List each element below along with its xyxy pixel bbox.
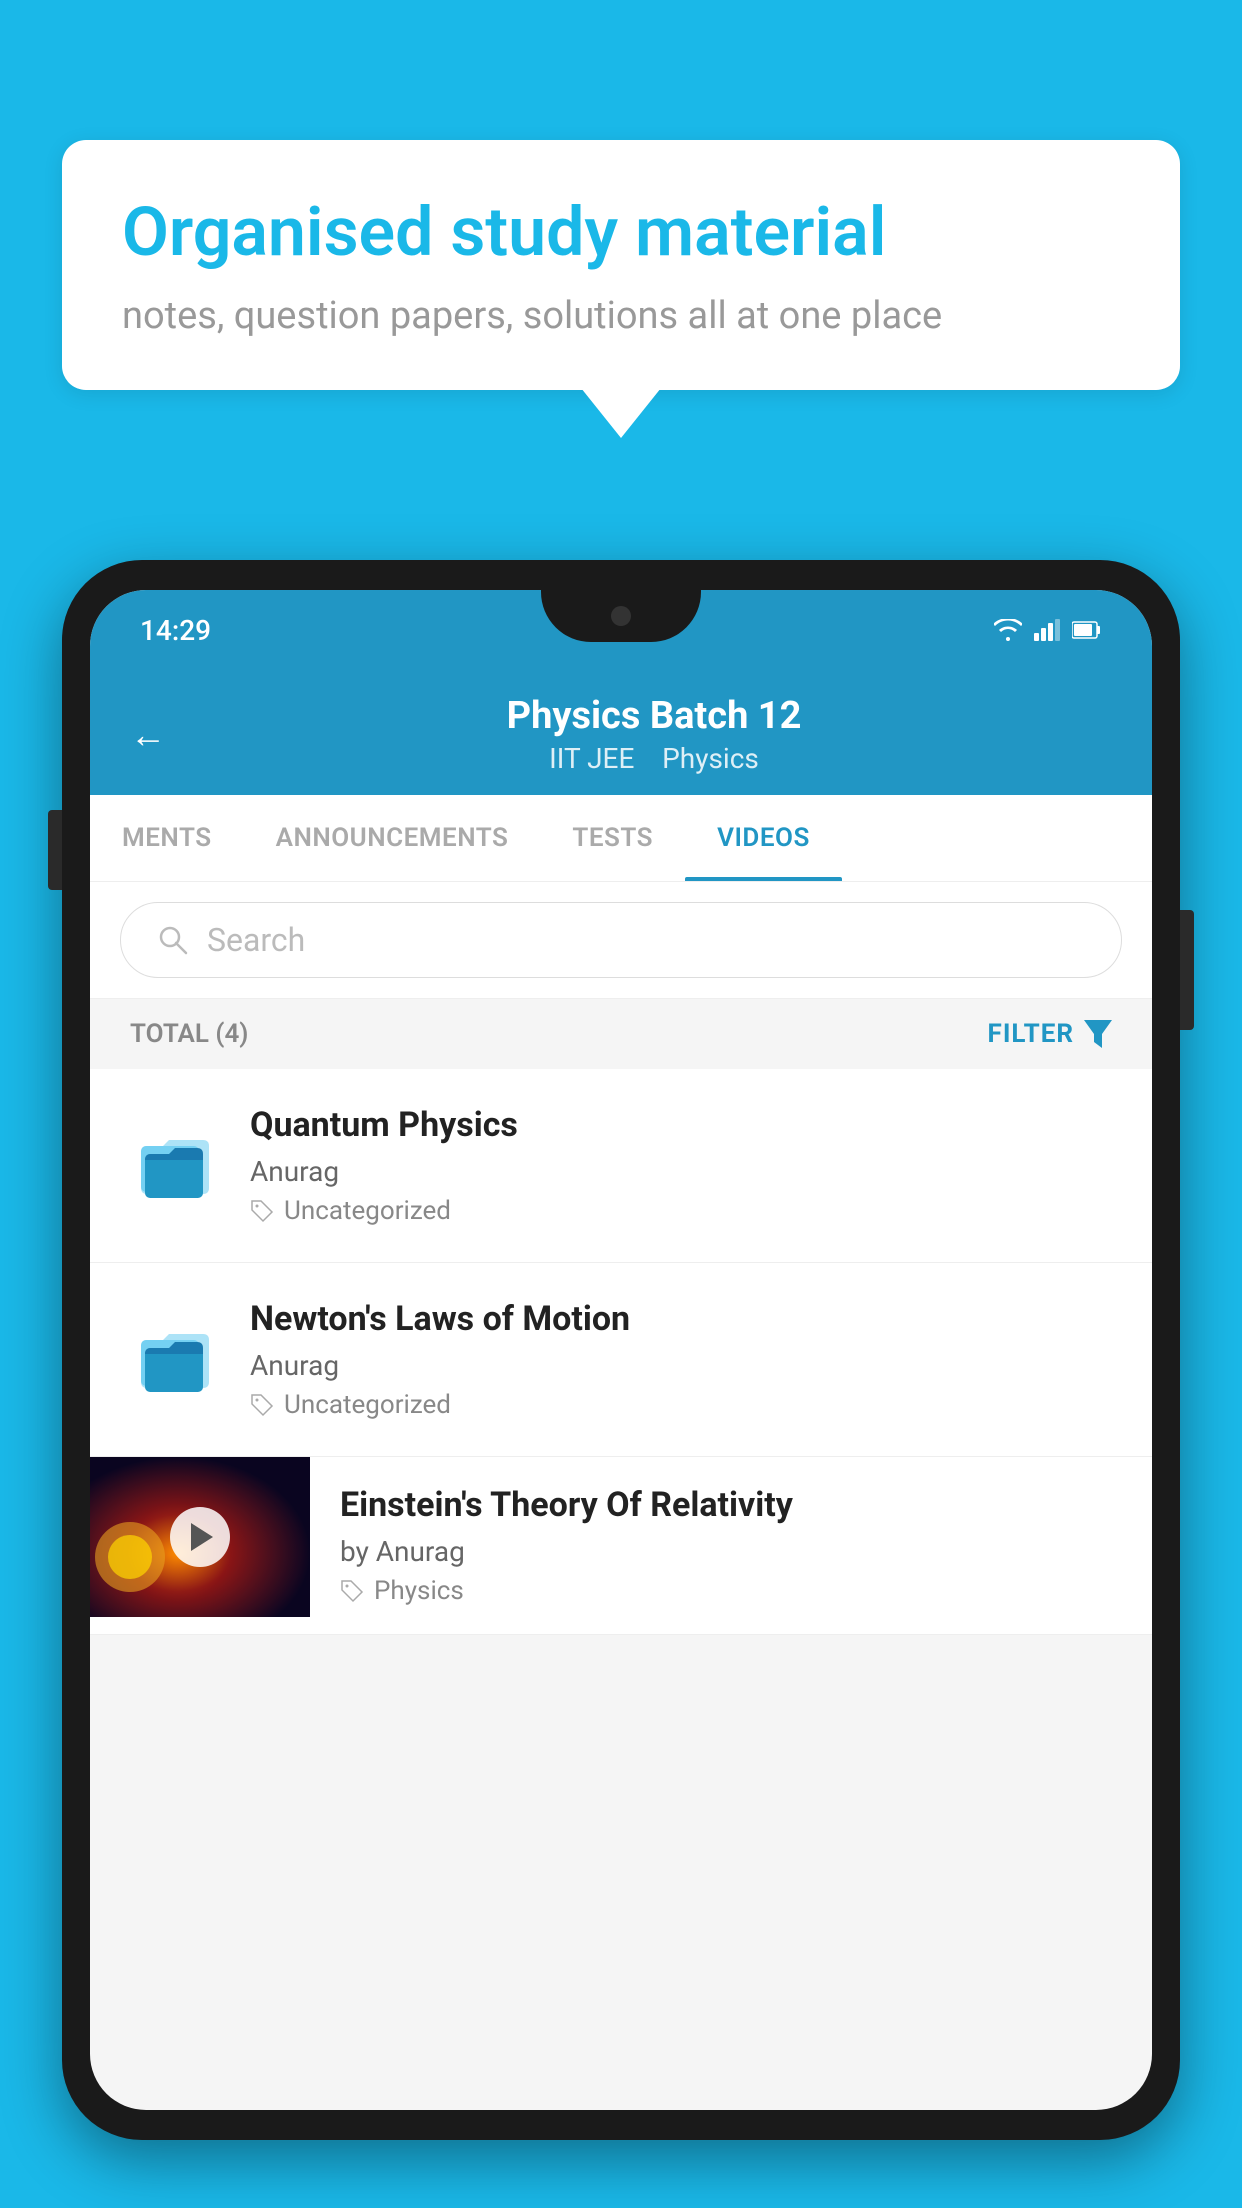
content-list: Quantum Physics Anurag Uncategorized: [90, 1069, 1152, 1635]
item-author: Anurag: [250, 1155, 1112, 1188]
header-subtitle-part1: IIT JEE: [549, 742, 634, 775]
wifi-icon: [994, 619, 1022, 641]
item-icon-folder: [130, 1121, 220, 1211]
phone-screen: 14:29: [90, 590, 1152, 2110]
phone-notch: [541, 590, 701, 642]
search-icon: [157, 924, 189, 956]
play-button[interactable]: [170, 1507, 230, 1567]
thumb-bg: [90, 1457, 310, 1617]
item-title: Newton's Laws of Motion: [250, 1299, 1112, 1339]
search-bar: Search: [90, 882, 1152, 999]
battery-icon: [1072, 619, 1102, 641]
filter-button[interactable]: FILTER: [988, 1019, 1112, 1049]
item-tag-label: Physics: [374, 1576, 464, 1606]
tag-icon: [250, 1393, 274, 1417]
signal-icon: [1034, 619, 1060, 641]
camera-dot: [611, 606, 631, 626]
filter-label: FILTER: [988, 1019, 1074, 1049]
status-icons: [994, 619, 1102, 641]
back-button[interactable]: ←: [130, 714, 166, 756]
tab-announcements[interactable]: ANNOUNCEMENTS: [244, 795, 541, 881]
search-placeholder: Search: [207, 921, 305, 959]
speech-bubble-title: Organised study material: [122, 192, 1120, 274]
tab-bar: MENTS ANNOUNCEMENTS TESTS VIDEOS: [90, 795, 1152, 882]
item-tag: Uncategorized: [250, 1196, 1112, 1226]
speech-bubble-section: Organised study material notes, question…: [62, 140, 1180, 440]
filter-icon: [1084, 1020, 1112, 1048]
folder-icon: [135, 1320, 215, 1400]
list-item[interactable]: Quantum Physics Anurag Uncategorized: [90, 1069, 1152, 1263]
video-thumbnail: [90, 1457, 310, 1617]
play-triangle-icon: [191, 1523, 213, 1551]
header-subtitle: IIT JEE Physics: [196, 742, 1112, 775]
item-author: Anurag: [250, 1349, 1112, 1382]
tag-icon: [340, 1579, 364, 1603]
item-info: Einstein's Theory Of Relativity by Anura…: [310, 1457, 1152, 1634]
phone-device: 14:29: [62, 560, 1180, 2140]
phone-wrapper: 14:29: [62, 560, 1180, 2208]
speech-bubble-arrow: [581, 388, 661, 438]
tab-tests[interactable]: TESTS: [540, 795, 685, 881]
item-tag-label: Uncategorized: [284, 1390, 451, 1420]
item-tag: Physics: [340, 1576, 1122, 1606]
item-info: Quantum Physics Anurag Uncategorized: [250, 1105, 1112, 1226]
list-item-thumb[interactable]: Einstein's Theory Of Relativity by Anura…: [90, 1457, 1152, 1635]
status-bar: 14:29: [90, 590, 1152, 670]
app-header: ← Physics Batch 12 IIT JEE Physics: [90, 670, 1152, 795]
speech-bubble-subtitle: notes, question papers, solutions all at…: [122, 294, 1120, 338]
item-title: Quantum Physics: [250, 1105, 1112, 1145]
status-time: 14:29: [140, 614, 211, 647]
tab-videos[interactable]: VIDEOS: [685, 795, 842, 881]
item-info: Newton's Laws of Motion Anurag Uncategor…: [250, 1299, 1112, 1420]
item-author: by Anurag: [340, 1535, 1122, 1568]
header-subtitle-part2: Physics: [662, 742, 759, 775]
list-item[interactable]: Newton's Laws of Motion Anurag Uncategor…: [90, 1263, 1152, 1457]
header-title-area: Physics Batch 12 IIT JEE Physics: [196, 694, 1112, 775]
tab-ments[interactable]: MENTS: [90, 795, 244, 881]
search-input[interactable]: Search: [120, 902, 1122, 978]
folder-icon: [135, 1126, 215, 1206]
item-tag: Uncategorized: [250, 1390, 1112, 1420]
item-title: Einstein's Theory Of Relativity: [340, 1485, 1122, 1525]
total-count: TOTAL (4): [130, 1019, 248, 1049]
filter-bar: TOTAL (4) FILTER: [90, 999, 1152, 1069]
tag-icon: [250, 1199, 274, 1223]
header-title: Physics Batch 12: [196, 694, 1112, 738]
item-tag-label: Uncategorized: [284, 1196, 451, 1226]
item-icon-folder: [130, 1315, 220, 1405]
speech-bubble: Organised study material notes, question…: [62, 140, 1180, 390]
